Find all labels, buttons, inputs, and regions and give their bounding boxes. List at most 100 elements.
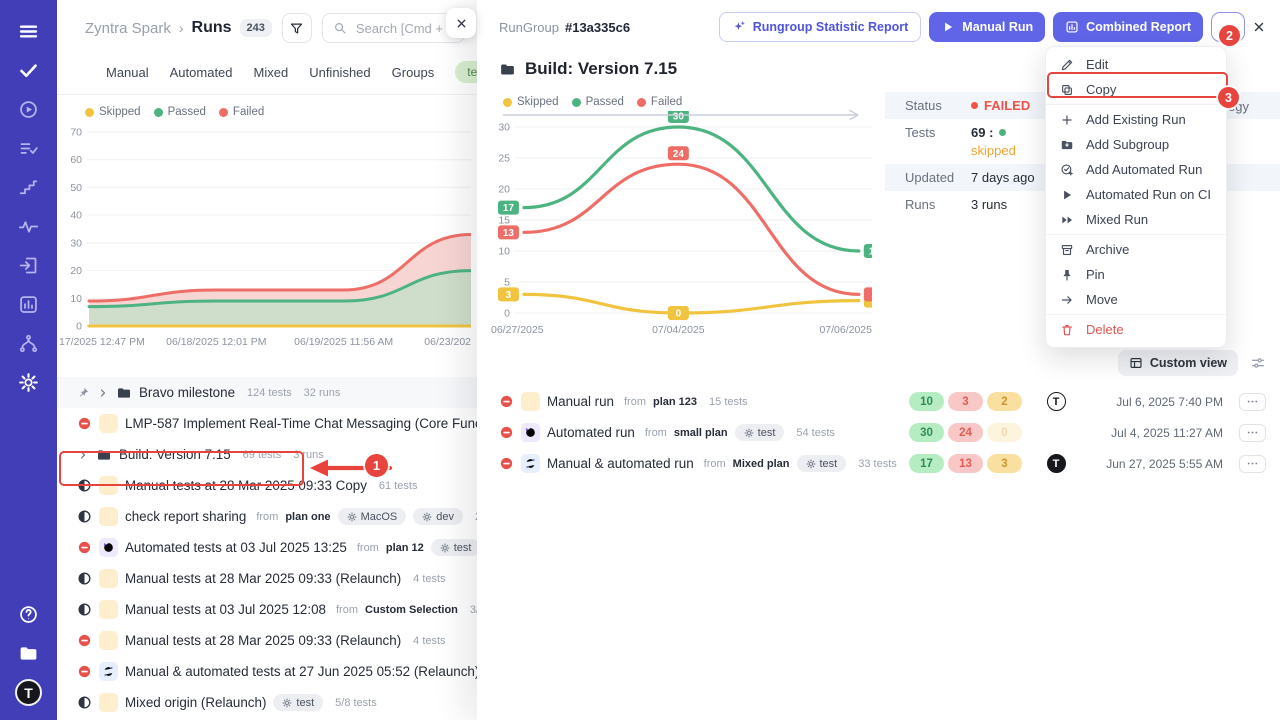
column-settings-icon[interactable]	[1250, 355, 1266, 371]
tab-unfinished[interactable]: Unfinished	[309, 65, 370, 80]
runs-panel-header: Zyntra Spark › Runs 243	[57, 0, 477, 52]
user-avatar[interactable]: T	[15, 679, 42, 706]
legend-item: Skipped	[503, 96, 559, 108]
runs-list: Bravo milestone124 tests32 runsLMP-587 I…	[57, 377, 477, 718]
tab-groups[interactable]: Groups	[392, 65, 435, 80]
legend-dot	[572, 98, 581, 107]
run-date: Jun 27, 2025 5:55 AM	[1081, 457, 1223, 471]
plan-name: plan 12	[386, 542, 424, 554]
plan-name: Mixed plan	[733, 458, 790, 470]
runs-list-panel: Zyntra Spark › Runs 243 Manual Automated M…	[57, 0, 477, 720]
svg-text:0: 0	[676, 309, 682, 320]
menu-item-add-subgroup[interactable]: Add Subgroup	[1046, 132, 1226, 157]
menu-item-add-automated-run[interactable]: Add Automated Run	[1046, 157, 1226, 182]
skipped-count-badge: 2	[987, 392, 1022, 411]
menu-item-automated-run-on-ci[interactable]: Automated Run on CI	[1046, 182, 1226, 207]
run-list-item[interactable]: Automated tests at 03 Jul 2025 13:25from…	[57, 532, 477, 563]
menu-item-delete[interactable]: Delete	[1046, 317, 1226, 342]
svg-text:06/23/202: 06/23/202	[424, 336, 471, 348]
manual-run-icon	[99, 569, 118, 588]
sidebar-item-gear[interactable]	[11, 363, 47, 402]
automated-run-icon	[521, 423, 540, 442]
manual-run-icon	[99, 631, 118, 650]
rungroup-label: RunGroup	[499, 20, 559, 35]
menu-item-move[interactable]: Move	[1046, 287, 1226, 312]
sidebar-item-pulse[interactable]	[11, 207, 47, 246]
plan-name: plan 123	[653, 396, 697, 408]
gear-icon	[422, 512, 432, 522]
legend-dot	[85, 108, 94, 117]
menu-item-pin[interactable]: Pin	[1046, 262, 1226, 287]
run-meta: 3 runs	[293, 449, 324, 461]
group-run-item[interactable]: Manual & automated runfromMixed plantest…	[477, 448, 1280, 479]
run-list-item[interactable]: Manual tests at 28 Mar 2025 09:33 (Relau…	[57, 625, 477, 656]
sidebar-item-check[interactable]	[11, 51, 47, 90]
close-detail-icon[interactable]	[1252, 20, 1266, 34]
manual-run-button[interactable]: Manual Run	[929, 12, 1045, 42]
custom-view-button[interactable]: Custom view	[1118, 350, 1238, 376]
run-date: Jul 6, 2025 7:40 PM	[1081, 395, 1223, 409]
menu-item-label: Delete	[1086, 322, 1124, 337]
in-progress-status-icon	[77, 478, 92, 493]
run-list-item[interactable]: LMP-587 Implement Real-Time Chat Messagi…	[57, 408, 477, 439]
sidebar-item-help[interactable]	[11, 595, 47, 634]
ellipsis-icon	[1246, 457, 1259, 470]
menu-item-edit[interactable]: Edit	[1046, 52, 1226, 77]
gear-icon	[282, 698, 292, 708]
sidebar-item-bar-chart[interactable]	[11, 285, 47, 324]
sidebar-item-steps[interactable]	[11, 168, 47, 207]
tab-mixed[interactable]: Mixed	[254, 65, 289, 80]
svg-text:50: 50	[70, 182, 82, 194]
run-meta: 124 tests	[247, 387, 292, 399]
menu-item-add-existing-run[interactable]: Add Existing Run	[1046, 107, 1226, 132]
sidebar-item-branch[interactable]	[11, 324, 47, 363]
run-list-item[interactable]: Bravo milestone124 tests32 runs	[57, 377, 477, 408]
rungroup-statistic-report-button[interactable]: Rungroup Statistic Report	[719, 12, 922, 42]
tests-skipped: skipped	[971, 143, 1016, 158]
tag-filter-pill[interactable]: test	[455, 61, 477, 83]
combined-report-button[interactable]: Combined Report	[1053, 12, 1203, 42]
breadcrumb-project[interactable]: Zyntra Spark	[85, 20, 171, 37]
panel-close-button[interactable]	[446, 8, 476, 38]
group-run-item[interactable]: Automated runfromsmall plantest54 tests3…	[477, 417, 1280, 448]
svg-text:5: 5	[504, 277, 510, 289]
legend-item: Failed	[219, 106, 264, 118]
run-list-item[interactable]: Manual tests at 03 Jul 2025 12:08fromCus…	[57, 594, 477, 625]
svg-text:20: 20	[498, 184, 510, 196]
gear-icon	[744, 428, 754, 438]
sidebar-item-list-check[interactable]	[11, 129, 47, 168]
run-list-item[interactable]: check report sharingfromplan oneMacOSdev…	[57, 501, 477, 532]
tab-automated[interactable]: Automated	[170, 65, 233, 80]
row-actions-button[interactable]	[1239, 455, 1266, 473]
group-run-item[interactable]: Manual runfromplan 12315 tests1032TJul 6…	[477, 386, 1280, 417]
status-dot	[971, 102, 978, 109]
pin-icon	[1060, 268, 1074, 282]
tag-pill: MacOS	[338, 508, 407, 525]
row-actions-button[interactable]	[1239, 393, 1266, 411]
menu-item-archive[interactable]: Archive	[1046, 237, 1226, 262]
tab-manual[interactable]: Manual	[106, 65, 149, 80]
more-actions-button[interactable]	[1211, 12, 1245, 42]
breadcrumb-separator: ›	[179, 20, 184, 36]
search-input[interactable]	[354, 20, 454, 37]
manual-run-icon	[99, 476, 118, 495]
row-actions-button[interactable]	[1239, 424, 1266, 442]
help-icon	[18, 604, 39, 625]
run-list-item[interactable]: Mixed origin (Relaunch)test5/8 tests	[57, 687, 477, 718]
run-list-item[interactable]: Manual & automated tests at 27 Jun 2025 …	[57, 656, 477, 687]
double-play-icon	[1060, 213, 1074, 227]
folder-icon	[116, 385, 132, 401]
run-list-item[interactable]: Manual tests at 28 Mar 2025 09:33 Copy61…	[57, 470, 477, 501]
sidebar-item-import[interactable]	[11, 246, 47, 285]
menu-item-copy[interactable]: Copy	[1046, 77, 1226, 102]
filter-button[interactable]	[282, 13, 312, 43]
folder-plus-icon	[1060, 138, 1074, 152]
sidebar-item-play-circle[interactable]	[11, 90, 47, 129]
sidebar-item-menu[interactable]	[11, 12, 47, 51]
sidebar-item-folder[interactable]	[11, 634, 47, 673]
menu-item-mixed-run[interactable]: Mixed Run	[1046, 207, 1226, 232]
from-label: from	[704, 458, 726, 470]
archive-icon	[1060, 243, 1074, 257]
run-list-item[interactable]: Build: Version 7.1569 tests3 runs	[57, 439, 477, 470]
run-list-item[interactable]: Manual tests at 28 Mar 2025 09:33 (Relau…	[57, 563, 477, 594]
